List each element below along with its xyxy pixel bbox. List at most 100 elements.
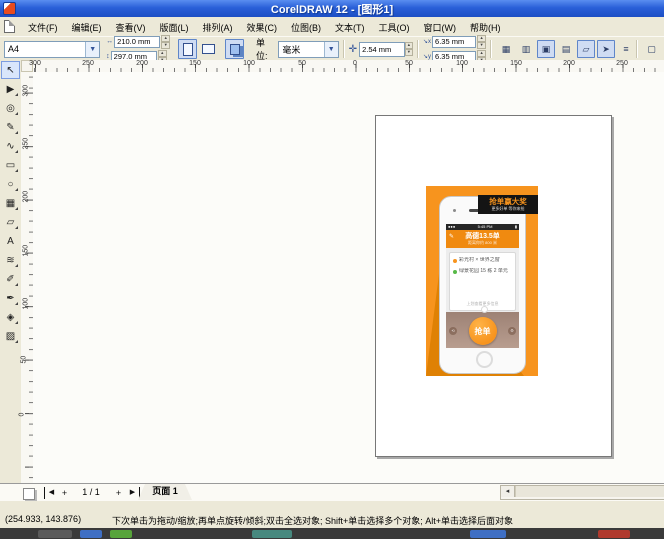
- vruler-label: 250: [22, 138, 29, 150]
- hruler-label: 150: [189, 60, 201, 67]
- landscape-icon: [202, 44, 215, 54]
- zoom-tool[interactable]: ◎: [1, 99, 20, 117]
- document-page[interactable]: ●●● 5:45 PM ▮ ✎ 高德13.5单 距离你约 800 米 彩光村 ×…: [375, 115, 612, 457]
- snap-to-objects-button[interactable]: ▣: [537, 40, 555, 58]
- units-combo[interactable]: 毫米 ▼: [278, 41, 338, 58]
- outline-tool[interactable]: ✒: [1, 289, 20, 307]
- vruler-label: 50: [20, 356, 27, 364]
- order-text: 彩光村 × 世界之窗: [459, 257, 500, 264]
- options-page-button[interactable]: ▢: [643, 40, 660, 58]
- snap-button-group: ▦▥▣▤▱➤≡: [496, 40, 636, 58]
- menu-text[interactable]: 文本(T): [328, 21, 372, 35]
- landscape-button[interactable]: [199, 39, 218, 59]
- menu-bar: 文件(F)编辑(E)查看(V)版面(L)排列(A)效果(C)位图(B)文本(T)…: [0, 17, 664, 37]
- vruler-label: 150: [22, 245, 29, 257]
- paper-width-field[interactable]: 210.0 mm: [114, 36, 160, 48]
- hruler-label: 50: [298, 60, 306, 67]
- property-options-button[interactable]: ≡: [617, 40, 635, 58]
- hruler-label: 100: [456, 60, 468, 67]
- order-bullet: [453, 259, 457, 263]
- nudge-offset-field[interactable]: 2.54 mm: [359, 42, 405, 57]
- taskbar-item[interactable]: [598, 530, 630, 538]
- scroll-left-button[interactable]: ◂: [501, 486, 515, 497]
- taskbar-item[interactable]: [38, 530, 72, 538]
- first-page-button[interactable]: ◀: [44, 487, 58, 499]
- order-text: 绿景花园 15 栋 2 单元: [459, 268, 508, 275]
- order-card: 彩光村 × 世界之窗绿景花园 15 栋 2 单元 上划查看更多信息: [449, 252, 516, 311]
- scrollbar-thumb[interactable]: [515, 486, 664, 497]
- fill-tool[interactable]: ◈: [1, 308, 20, 326]
- portrait-button[interactable]: [178, 39, 197, 59]
- eyedropper-tool[interactable]: ✐: [1, 270, 20, 288]
- interactive-blend-tool[interactable]: ≋: [1, 251, 20, 269]
- snap-to-grid-button[interactable]: ▦: [497, 40, 515, 58]
- last-page-button[interactable]: ▶: [126, 487, 140, 499]
- taskbar-item[interactable]: [470, 530, 506, 538]
- taskbar-item[interactable]: [110, 530, 132, 538]
- graph-paper-tool[interactable]: ▦: [1, 194, 20, 212]
- menu-tools[interactable]: 工具(O): [372, 21, 417, 35]
- chevron-down-icon[interactable]: ▼: [324, 42, 338, 57]
- horizontal-scrollbar[interactable]: ◂: [500, 485, 664, 500]
- order-bullet: [453, 270, 457, 274]
- menu-window[interactable]: 窗口(W): [417, 21, 464, 35]
- text-tool[interactable]: A: [1, 232, 20, 250]
- phone-mockup: ●●● 5:45 PM ▮ ✎ 高德13.5单 距离你约 800 米 彩光村 ×…: [439, 196, 526, 374]
- menu-file[interactable]: 文件(F): [21, 21, 65, 35]
- coreldraw-window: CorelDRAW 12 - [图形1] 文件(F)编辑(E)查看(V)版面(L…: [0, 0, 664, 539]
- pick-tool[interactable]: ↖: [1, 61, 20, 79]
- hruler-label: 0: [353, 60, 357, 67]
- duplicate-x-spinner[interactable]: ▲▼: [477, 35, 486, 49]
- interactive-fill-tool[interactable]: ▨: [1, 327, 20, 345]
- nudge-icon: ✛: [349, 44, 357, 55]
- document-icon[interactable]: [4, 20, 15, 33]
- menu-arrange[interactable]: 排列(A): [196, 21, 240, 35]
- vruler-label: 100: [22, 298, 29, 310]
- property-bar: A4 ▼ ↔ 210.0 mm ▲▼ ↕ 297.0 mm ▲▼ 单位: 毫米 …: [0, 36, 664, 62]
- rectangle-tool[interactable]: ▭: [1, 156, 20, 174]
- order-header: ✎ 高德13.5单 距离你约 800 米: [446, 230, 519, 248]
- duplicate-x-field[interactable]: 6.35 mm: [432, 36, 476, 48]
- pages-icon: [230, 44, 240, 55]
- snap-to-guidelines-button[interactable]: ▥: [517, 40, 535, 58]
- menu-help[interactable]: 帮助(H): [463, 21, 508, 35]
- taskbar-item[interactable]: [252, 530, 292, 538]
- title-bar[interactable]: CorelDRAW 12 - [图形1]: [0, 0, 664, 17]
- taskbar-item[interactable]: [80, 530, 102, 538]
- treat-as-filled-button[interactable]: ▱: [577, 40, 595, 58]
- chevron-down-icon[interactable]: ▼: [85, 42, 99, 57]
- page-tab[interactable]: 页面 1: [138, 484, 192, 500]
- add-page-after-button[interactable]: +: [112, 487, 125, 499]
- menu-effects[interactable]: 效果(C): [240, 21, 285, 35]
- page-indicator: 1 / 1: [70, 487, 112, 497]
- refresh-icon: ⟲: [449, 327, 457, 335]
- hruler-label: 150: [510, 60, 522, 67]
- nudge-spinner[interactable]: ▲▼: [405, 42, 413, 56]
- dynamic-guides-button[interactable]: ▤: [557, 40, 575, 58]
- phone-screen: ●●● 5:45 PM ▮ ✎ 高德13.5单 距离你约 800 米 彩光村 ×…: [446, 224, 519, 348]
- menu-edit[interactable]: 编辑(E): [65, 21, 109, 35]
- order-list: 彩光村 × 世界之窗绿景花园 15 栋 2 单元: [450, 257, 515, 275]
- card-notch: [481, 306, 488, 313]
- basic-shapes-tool[interactable]: ▱: [1, 213, 20, 231]
- window-title: CorelDRAW 12 - [图形1]: [0, 1, 664, 17]
- shape-tool[interactable]: ▶: [1, 80, 20, 98]
- smart-drawing-tool[interactable]: ∿: [1, 137, 20, 155]
- menu-layout[interactable]: 版面(L): [153, 21, 196, 35]
- freehand-tool[interactable]: ✎: [1, 118, 20, 136]
- menu-bitmaps[interactable]: 位图(B): [284, 21, 328, 35]
- paper-size-combo[interactable]: A4 ▼: [4, 41, 100, 58]
- pick-behavior-button[interactable]: ➤: [597, 40, 615, 58]
- paper-width-spinner[interactable]: ▲▼: [161, 35, 170, 49]
- duplicate-y-icon: ↘y: [423, 53, 431, 60]
- ellipse-tool[interactable]: ○: [1, 175, 20, 193]
- apply-to-all-pages-button[interactable]: [225, 39, 244, 59]
- vruler-label: 200: [22, 191, 29, 203]
- hruler-label: 300: [29, 60, 41, 67]
- cursor-coordinates: (254.933, 143.876): [5, 514, 81, 524]
- page-sorter-icon[interactable]: [23, 488, 35, 500]
- drawing-canvas[interactable]: ●●● 5:45 PM ▮ ✎ 高德13.5单 距离你约 800 米 彩光村 ×…: [33, 72, 664, 483]
- menu-view[interactable]: 查看(V): [109, 21, 153, 35]
- windows-taskbar[interactable]: [0, 528, 664, 539]
- artwork-image[interactable]: ●●● 5:45 PM ▮ ✎ 高德13.5单 距离你约 800 米 彩光村 ×…: [426, 186, 538, 376]
